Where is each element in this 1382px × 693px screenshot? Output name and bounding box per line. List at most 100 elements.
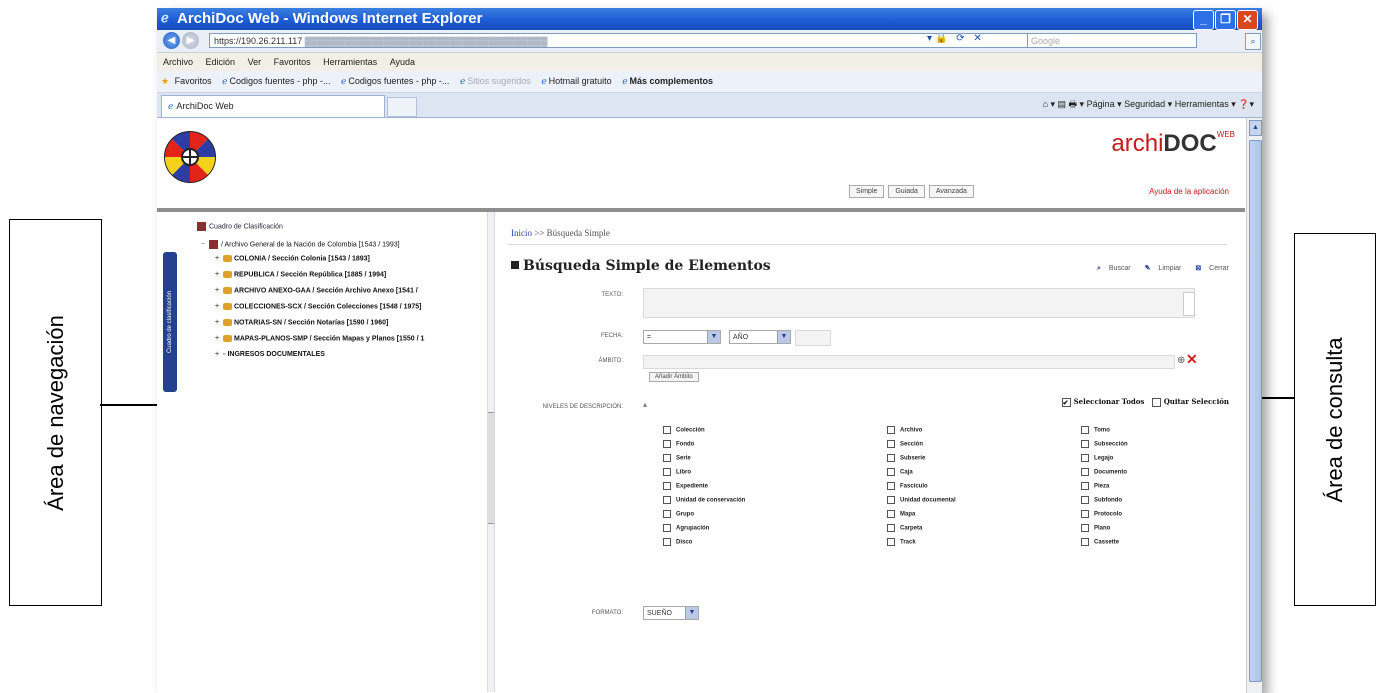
formato-select[interactable]: SUEÑO ▼ [643,606,699,620]
level-checkbox[interactable]: Plano [1081,524,1110,532]
tree-item-ingresos[interactable]: + ▫ INGRESOS DOCUMENTALES [215,351,325,358]
level-checkbox[interactable]: Tomo [1081,426,1110,434]
fecha-unit-select[interactable]: AÑO ▼ [729,330,791,344]
level-checkbox-box[interactable] [887,426,895,434]
search-button[interactable]: ⌕ [1245,33,1261,50]
level-checkbox[interactable]: Libro [663,468,691,476]
level-checkbox-box[interactable] [663,510,671,518]
menu-herramientas[interactable]: Herramientas [323,57,377,67]
level-checkbox[interactable]: Documento [1081,468,1127,476]
level-checkbox-box[interactable] [663,440,671,448]
print-icon[interactable]: 🖶 ▾ [1069,99,1087,109]
select-all-toggle[interactable]: ✔ Seleccionar Todos [1061,397,1144,407]
level-checkbox[interactable]: Mapa [887,510,915,518]
level-checkbox[interactable]: Disco [663,538,692,546]
minimize-button[interactable]: _ [1193,10,1214,30]
expand-icon[interactable]: + [215,319,221,326]
menu-archivo[interactable]: Archivo [163,57,193,67]
level-checkbox[interactable]: Protocolo [1081,510,1122,518]
expand-icon[interactable]: + [215,303,221,310]
texto-textarea[interactable] [643,288,1195,318]
expand-icon[interactable]: + [215,255,221,262]
tree-side-tab[interactable]: Cuadro de clasificación [163,252,177,392]
level-checkbox-box[interactable] [887,524,895,532]
favorites-button[interactable]: Favoritos [175,76,212,86]
back-button[interactable]: ◀ [163,32,180,49]
level-checkbox[interactable]: Grupo [663,510,694,518]
search-input[interactable]: Google [1027,33,1197,48]
level-checkbox[interactable]: Sección [887,440,923,448]
close-action[interactable]: ⊠ Cerrar [1189,265,1229,272]
expand-icon[interactable]: + [215,335,221,342]
maximize-button[interactable]: ❐ [1215,10,1236,30]
level-checkbox[interactable]: Cassette [1081,538,1119,546]
tab-archidoc[interactable]: ℯ ArchiDoc Web [161,95,385,117]
help-icon[interactable]: ❓▾ [1238,99,1254,109]
clear-action[interactable]: ✎ Limpiar [1139,265,1182,272]
level-checkbox-box[interactable] [887,510,895,518]
mode-avanzada[interactable]: Avanzada [928,185,974,198]
clear-selection-toggle[interactable]: Quitar Selección [1151,397,1229,407]
fav-link-1[interactable]: Codigos fuentes - php -... [229,76,330,86]
scroll-up-icon[interactable]: ▲ [1249,120,1262,136]
expand-icon[interactable]: + [215,271,221,278]
tree-root[interactable]: Cuadro de Clasificación [197,222,283,231]
level-checkbox-box[interactable] [663,454,671,462]
menu-favoritos[interactable]: Favoritos [274,57,311,67]
select-all-checkbox[interactable]: ✔ [1061,397,1071,407]
level-checkbox-box[interactable] [663,468,671,476]
fav-link-4[interactable]: Hotmail gratuito [549,76,612,86]
level-checkbox-box[interactable] [887,496,895,504]
level-checkbox[interactable]: Fondo [663,440,694,448]
level-checkbox-box[interactable] [1081,426,1089,434]
home-icon[interactable]: ⌂ ▾ [1043,99,1058,109]
level-checkbox-box[interactable] [663,524,671,532]
level-checkbox-box[interactable] [1081,510,1089,518]
level-checkbox-box[interactable] [887,538,895,546]
level-checkbox[interactable]: Legajo [1081,454,1113,462]
menu-edicion[interactable]: Edición [206,57,236,67]
level-checkbox[interactable]: Carpeta [887,524,922,532]
search-action[interactable]: ⌕ Buscar [1091,265,1131,272]
level-checkbox[interactable]: Expediente [663,482,708,490]
level-checkbox-box[interactable] [1081,468,1089,476]
level-checkbox-box[interactable] [663,538,671,546]
fav-link-2[interactable]: Codigos fuentes - php -... [348,76,449,86]
new-tab-button[interactable] [387,97,417,117]
forward-button[interactable]: ▶ [182,32,199,49]
level-checkbox-box[interactable] [663,426,671,434]
level-checkbox[interactable]: Caja [887,468,913,476]
menu-ver[interactable]: Ver [248,57,262,67]
url-field[interactable]: https://190.26.211.117 ▓▓▓▓▓▓▓▓▓▓▓▓▓▓▓▓▓… [209,33,1169,48]
level-checkbox-box[interactable] [1081,482,1089,490]
level-checkbox-box[interactable] [663,496,671,504]
level-checkbox[interactable]: Colección [663,426,705,434]
remove-ambito-icon[interactable]: ✕ [1186,351,1198,368]
clear-selection-checkbox[interactable] [1151,397,1161,407]
level-checkbox[interactable]: Subserie [887,454,925,462]
level-checkbox[interactable]: Subsección [1081,440,1128,448]
level-checkbox-box[interactable] [1081,496,1089,504]
mode-simple[interactable]: Simple [849,185,885,198]
tree-item-agn[interactable]: − / Archivo General de la Nación de Colom… [201,240,400,249]
level-checkbox[interactable]: Subfondo [1081,496,1122,504]
breadcrumb-home[interactable]: Inicio [511,228,532,238]
level-checkbox-box[interactable] [1081,454,1089,462]
menu-ayuda[interactable]: Ayuda [390,57,415,67]
fav-link-5[interactable]: Más complementos [630,76,714,86]
level-checkbox-box[interactable] [887,468,895,476]
command-seguridad[interactable]: Seguridad [1124,99,1165,109]
scroll-thumb[interactable] [1249,140,1262,682]
level-checkbox-box[interactable] [887,454,895,462]
command-herramientas[interactable]: Herramientas [1175,99,1229,109]
level-checkbox[interactable]: Unidad de conservación [663,496,745,504]
lock-refresh-stop-icons[interactable]: ▾🔒 ⟳ ✕ [927,33,985,44]
close-button[interactable]: ✕ [1237,10,1258,30]
collapse-icon[interactable]: − [201,241,207,248]
tree-item-notarias[interactable]: + NOTARIAS-SN / Sección Notarías [1590 / … [215,319,388,326]
ambito-input[interactable] [643,355,1175,369]
level-checkbox[interactable]: Archivo [887,426,922,434]
level-checkbox-box[interactable] [663,482,671,490]
expand-icon[interactable]: + [215,351,221,358]
fecha-operator-select[interactable]: = ▼ [643,330,721,344]
